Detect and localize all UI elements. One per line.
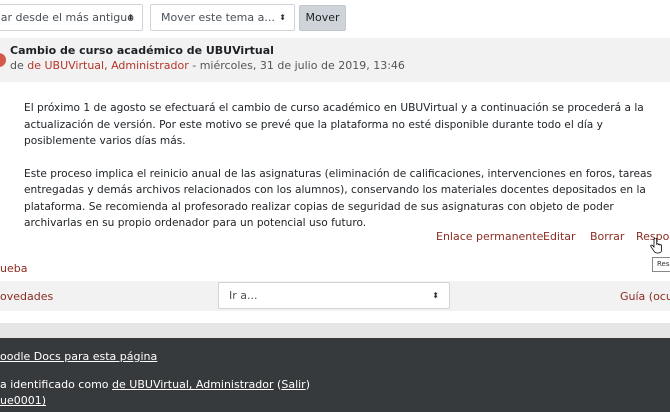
login-prefix: a identificado como [0, 378, 109, 391]
post-actions: Enlace permanente Editar Borrar Respo [0, 230, 670, 244]
jump-to-value: Ir a... [229, 289, 258, 302]
logout-link[interactable]: Salir [281, 378, 305, 391]
sort-select-value: enar desde el más antiguo [0, 11, 134, 24]
page-footer: oodle Docs para esta página a identifica… [0, 338, 670, 412]
hand-cursor-icon [650, 238, 662, 254]
post-paragraph: Este proceso implica el reinicio anual d… [24, 167, 653, 230]
user-profile-link[interactable]: de UBUVirtual, Administrador [112, 378, 274, 391]
move-button[interactable]: Mover [299, 5, 346, 31]
user-id-link[interactable]: ue0001) [0, 394, 46, 407]
author-link[interactable]: de UBUVirtual, Administrador [27, 59, 189, 72]
prev-discussion-link[interactable]: ueba [0, 262, 27, 275]
post-body: El próximo 1 de agosto se efectuará el c… [24, 100, 664, 248]
post-byline: de de UBUVirtual, Administrador - miérco… [10, 59, 405, 72]
permalink-link[interactable]: Enlace permanente [436, 230, 543, 243]
delete-link[interactable]: Borrar [590, 230, 624, 243]
next-activity-link[interactable]: Guía (ocult [620, 290, 670, 303]
post-date: - miércoles, 31 de julio de 2019, 13:46 [192, 59, 405, 72]
chevron-updown-icon: ⬍ [279, 13, 286, 22]
post-subject: Cambio de curso académico de UBUVirtual [10, 44, 274, 57]
move-select-value: Mover este tema a... [161, 11, 275, 24]
chevron-updown-icon: ⬍ [432, 291, 439, 300]
logout-paren-close: ) [305, 378, 310, 391]
post-paragraph: El próximo 1 de agosto se efectuará el c… [24, 102, 644, 147]
edit-link[interactable]: Editar [543, 230, 576, 243]
byline-prefix: de [10, 59, 24, 72]
moodle-docs-link[interactable]: oodle Docs para esta página [0, 350, 157, 363]
jump-to-select[interactable]: Ir a... ⬍ [218, 282, 450, 309]
chevron-updown-icon: ⬍ [127, 13, 134, 22]
move-topic-select[interactable]: Mover este tema a... ⬍ [150, 4, 295, 31]
tooltip: Res [652, 257, 670, 272]
login-info: a identificado como de UBUVirtual, Admin… [0, 378, 310, 391]
prev-activity-link[interactable]: ovedades [0, 290, 53, 303]
page-gap [0, 323, 670, 338]
sort-select[interactable]: enar desde el más antiguo ⬍ [0, 4, 143, 31]
